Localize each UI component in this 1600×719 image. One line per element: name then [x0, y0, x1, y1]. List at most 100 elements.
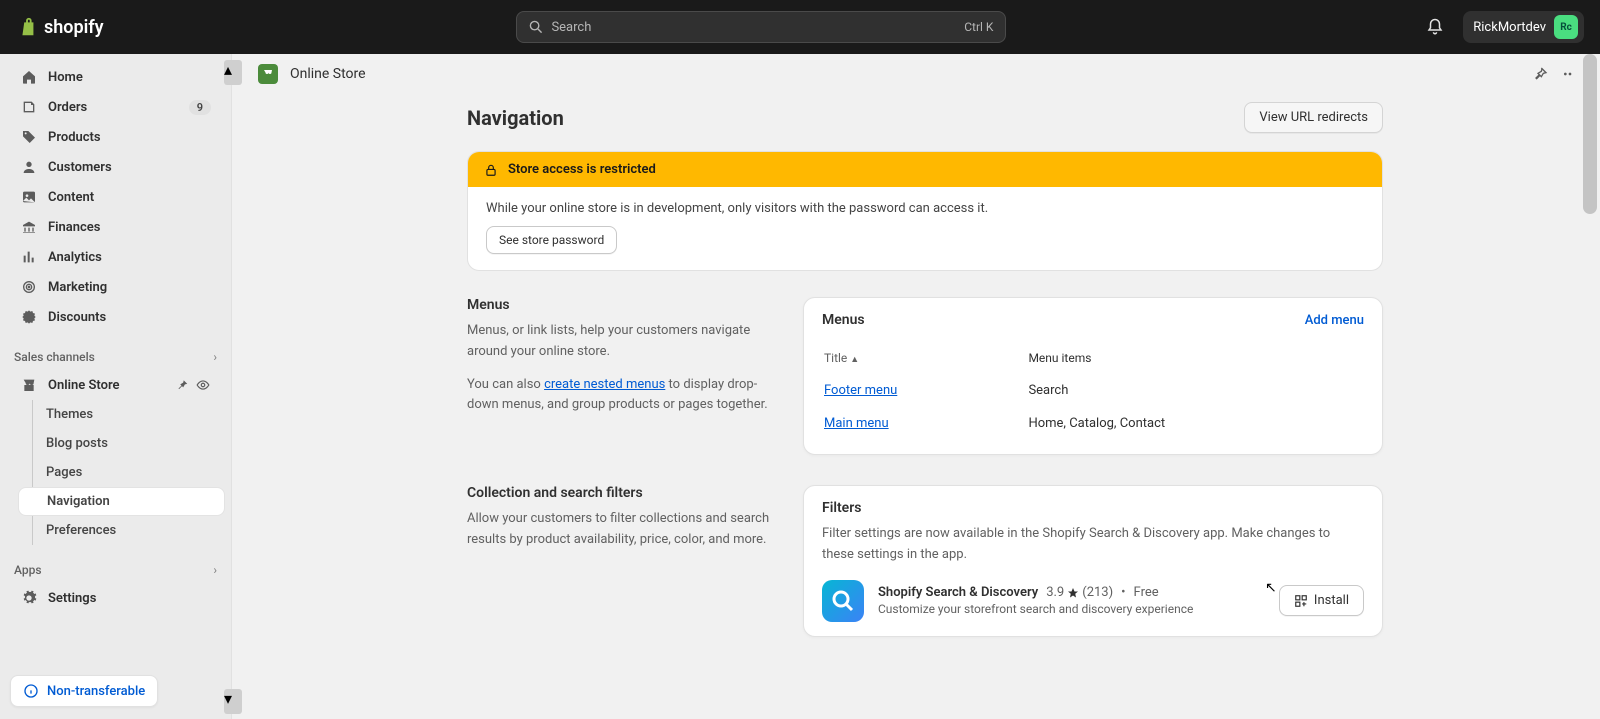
sales-channels-header[interactable]: Sales channels›	[0, 344, 231, 370]
see-store-password-button[interactable]: See store password	[486, 226, 617, 254]
person-icon	[20, 158, 38, 176]
orders-icon	[20, 98, 38, 116]
table-row: Footer menu Search	[822, 374, 1364, 407]
app-meta: Shopify Search & Discovery 3.9 (213) • F…	[878, 585, 1265, 616]
non-transferable-pill[interactable]: Non-transferable	[10, 675, 158, 707]
menus-card-header: Menus Add menu	[822, 312, 1364, 328]
bell-icon	[1426, 18, 1444, 36]
menus-desc: Menus, or link lists, help your customer…	[467, 321, 777, 363]
online-store-channel-icon	[258, 64, 278, 84]
store-icon	[20, 376, 38, 394]
orders-badge: 9	[189, 100, 211, 115]
app-rating: 3.9 (213)	[1046, 585, 1113, 600]
info-icon	[23, 683, 39, 699]
app-tagline: Customize your storefront search and dis…	[878, 602, 1265, 616]
chevron-right-icon: ›	[213, 350, 217, 364]
col-title[interactable]: Title▲	[824, 351, 1028, 365]
menus-nested-text: You can also create nested menus to disp…	[467, 375, 777, 417]
pin-icon[interactable]	[1532, 66, 1548, 82]
bank-icon	[20, 218, 38, 236]
filters-heading: Collection and search filters	[467, 485, 777, 501]
lock-icon	[484, 163, 498, 177]
menus-section: Menus Menus, or link lists, help your cu…	[467, 297, 1383, 455]
nav-products[interactable]: Products	[6, 122, 225, 152]
top-bar: shopify Search Ctrl K RickMortdev Rc	[0, 0, 1600, 54]
main-scrollbar-thumb[interactable]	[1583, 54, 1597, 214]
breadcrumb-bar: Online Store	[250, 54, 1600, 94]
table-header: Title▲ Menu items	[822, 342, 1364, 374]
install-button[interactable]: Install	[1279, 585, 1364, 616]
eye-icon[interactable]	[195, 378, 211, 392]
menus-table: Title▲ Menu items Footer menu Search Mai…	[822, 342, 1364, 440]
home-icon	[20, 68, 38, 86]
subnav-blog-posts[interactable]: Blog posts	[18, 429, 225, 458]
nav-orders[interactable]: Orders9	[6, 92, 225, 122]
username: RickMortdev	[1473, 20, 1546, 35]
star-icon	[1067, 587, 1079, 599]
shopify-bag-icon	[16, 15, 38, 39]
nav-finances[interactable]: Finances	[6, 212, 225, 242]
search-wrap: Search Ctrl K	[104, 11, 1420, 43]
nav-marketing[interactable]: Marketing	[6, 272, 225, 302]
table-row: Main menu Home, Catalog, Contact	[822, 407, 1364, 440]
nav-customers[interactable]: Customers	[6, 152, 225, 182]
filters-card-title: Filters	[822, 500, 1364, 516]
search-input[interactable]: Search Ctrl K	[516, 11, 1006, 43]
subnav-themes[interactable]: Themes	[18, 400, 225, 429]
menu-main-link[interactable]: Main menu	[824, 416, 889, 431]
app-name-row: Shopify Search & Discovery 3.9 (213) • F…	[878, 585, 1265, 600]
avatar: Rc	[1554, 15, 1578, 39]
main-scrollbar-track[interactable]	[1572, 54, 1600, 719]
subnav-preferences[interactable]: Preferences	[18, 516, 225, 545]
nav-analytics[interactable]: Analytics	[6, 242, 225, 272]
nav-online-store[interactable]: Online Store	[6, 370, 225, 400]
filters-section: Collection and search filters Allow your…	[467, 485, 1383, 637]
filters-card-body: Filter settings are now available in the…	[822, 524, 1364, 566]
tag-icon	[20, 128, 38, 146]
search-placeholder: Search	[551, 20, 591, 35]
filters-card: Filters Filter settings are now availabl…	[803, 485, 1383, 637]
filters-desc: Allow your customers to filter collectio…	[467, 509, 777, 551]
chart-icon	[20, 248, 38, 266]
grid-plus-icon	[1294, 594, 1308, 608]
sidebar-scroll-up[interactable]: ▴	[224, 60, 242, 85]
user-menu[interactable]: RickMortdev Rc	[1463, 11, 1584, 43]
banner-body: While your online store is in developmen…	[468, 187, 1382, 270]
brand-text: shopify	[44, 17, 104, 38]
menus-heading: Menus	[467, 297, 777, 313]
create-nested-menus-link[interactable]: create nested menus	[544, 377, 665, 392]
apps-header[interactable]: Apps›	[0, 557, 231, 583]
main-content: Online Store Navigation View URL redirec…	[250, 54, 1600, 719]
app-card: Shopify Search & Discovery 3.9 (213) • F…	[822, 580, 1364, 622]
nav-content[interactable]: Content	[6, 182, 225, 212]
channel-actions	[175, 378, 211, 392]
nav-discounts[interactable]: Discounts	[6, 302, 225, 332]
topbar-right: RickMortdev Rc	[1419, 11, 1584, 43]
page-title: Navigation	[467, 106, 564, 130]
app-icon	[822, 580, 864, 622]
discount-icon	[20, 308, 38, 326]
subnav-navigation[interactable]: Navigation	[18, 487, 225, 516]
nav-home[interactable]: Home	[6, 62, 225, 92]
view-url-redirects-button[interactable]: View URL redirects	[1244, 102, 1383, 133]
nav-settings[interactable]: Settings	[6, 583, 225, 613]
banner-header: Store access is restricted	[468, 152, 1382, 187]
pin-icon[interactable]	[175, 378, 189, 392]
menu-footer-link[interactable]: Footer menu	[824, 383, 897, 398]
shopify-logo[interactable]: shopify	[16, 15, 104, 39]
page: Navigation View URL redirects Store acce…	[445, 102, 1405, 707]
search-shortcut: Ctrl K	[964, 20, 993, 34]
sidebar: Home Orders9 Products Customers Content …	[0, 54, 232, 719]
sidebar-scroll-down[interactable]: ▾	[224, 689, 242, 714]
notifications-button[interactable]	[1419, 11, 1451, 43]
sort-asc-icon: ▲	[850, 355, 859, 365]
menus-info: Menus Menus, or link lists, help your cu…	[467, 297, 777, 455]
menus-card: Menus Add menu Title▲ Menu items Footer …	[803, 297, 1383, 455]
search-app-icon	[831, 589, 855, 613]
image-icon	[20, 188, 38, 206]
subnav-pages[interactable]: Pages	[18, 458, 225, 487]
col-items: Menu items	[1028, 351, 1362, 365]
filters-info: Collection and search filters Allow your…	[467, 485, 777, 637]
search-icon	[529, 20, 543, 34]
add-menu-link[interactable]: Add menu	[1305, 313, 1364, 328]
